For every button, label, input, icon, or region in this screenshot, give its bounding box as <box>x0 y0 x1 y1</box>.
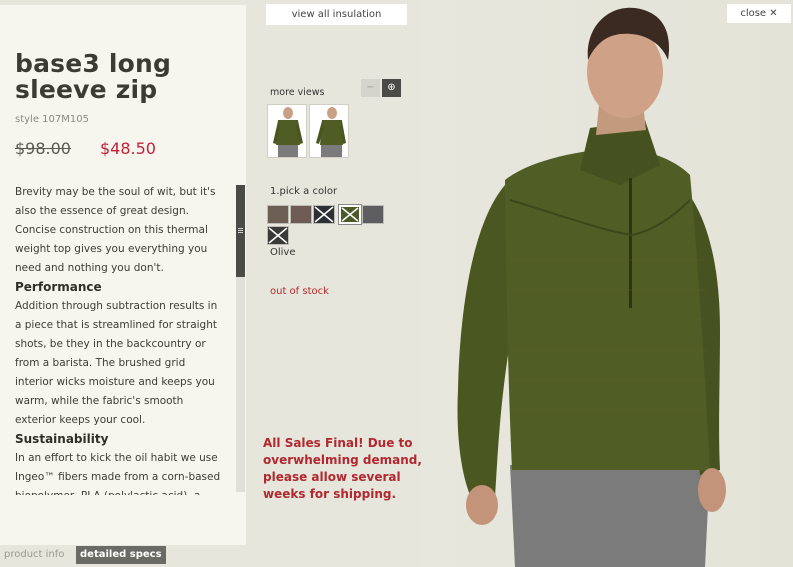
view-thumbnail-front[interactable] <box>267 104 307 158</box>
section-heading-sustainability: Sustainability <box>15 432 109 446</box>
model-illustration <box>457 7 726 567</box>
sales-notice: All Sales Final! Due to overwhelming dem… <box>263 436 422 501</box>
zoom-in-icon[interactable]: ⊕ <box>382 79 401 97</box>
unavailable-cross-icon <box>268 227 288 244</box>
product-description: Brevity may be the soul of wit, but it's… <box>15 183 225 495</box>
description-scrollbar-thumb[interactable] <box>236 185 245 277</box>
color-swatch-unavailable[interactable] <box>313 205 335 224</box>
color-swatch-selected[interactable] <box>338 204 362 225</box>
product-photo <box>420 0 793 567</box>
unavailable-cross-icon <box>341 207 359 222</box>
unavailable-cross-icon <box>314 206 334 223</box>
pick-color-label: 1.pick a color <box>270 186 338 197</box>
section-body-sustainability: In an effort to kick the oil habit we us… <box>15 452 221 495</box>
product-title: base3 long sleeve zip <box>15 49 172 104</box>
sale-price: $48.50 <box>100 139 156 158</box>
description-intro: Brevity may be the soul of wit, but it's… <box>15 186 216 274</box>
tab-product-info[interactable]: product info <box>0 546 68 564</box>
tab-detailed-specs[interactable]: detailed specs <box>76 546 166 564</box>
color-swatch-unavailable[interactable] <box>267 226 289 245</box>
color-swatch[interactable] <box>267 205 289 224</box>
more-views-label: more views <box>270 87 325 98</box>
color-swatch[interactable] <box>362 205 384 224</box>
section-body-performance: Addition through subtraction results in … <box>15 300 218 426</box>
style-number: style 107M105 <box>15 114 89 125</box>
close-button[interactable]: close ✕ <box>727 4 791 23</box>
grip-icon <box>238 228 243 234</box>
section-heading-performance: Performance <box>15 280 102 294</box>
product-info-panel: base3 long sleeve zip style 107M105 $98.… <box>0 5 246 545</box>
selected-color-name: Olive <box>270 247 296 258</box>
original-price: $98.00 <box>15 139 71 158</box>
stock-status: out of stock <box>270 286 329 297</box>
view-thumbnail-angle[interactable] <box>309 104 349 158</box>
view-all-insulation-button[interactable]: view all insulation <box>266 4 407 25</box>
color-swatch[interactable] <box>290 205 312 224</box>
zoom-out-icon[interactable]: − <box>361 79 380 97</box>
